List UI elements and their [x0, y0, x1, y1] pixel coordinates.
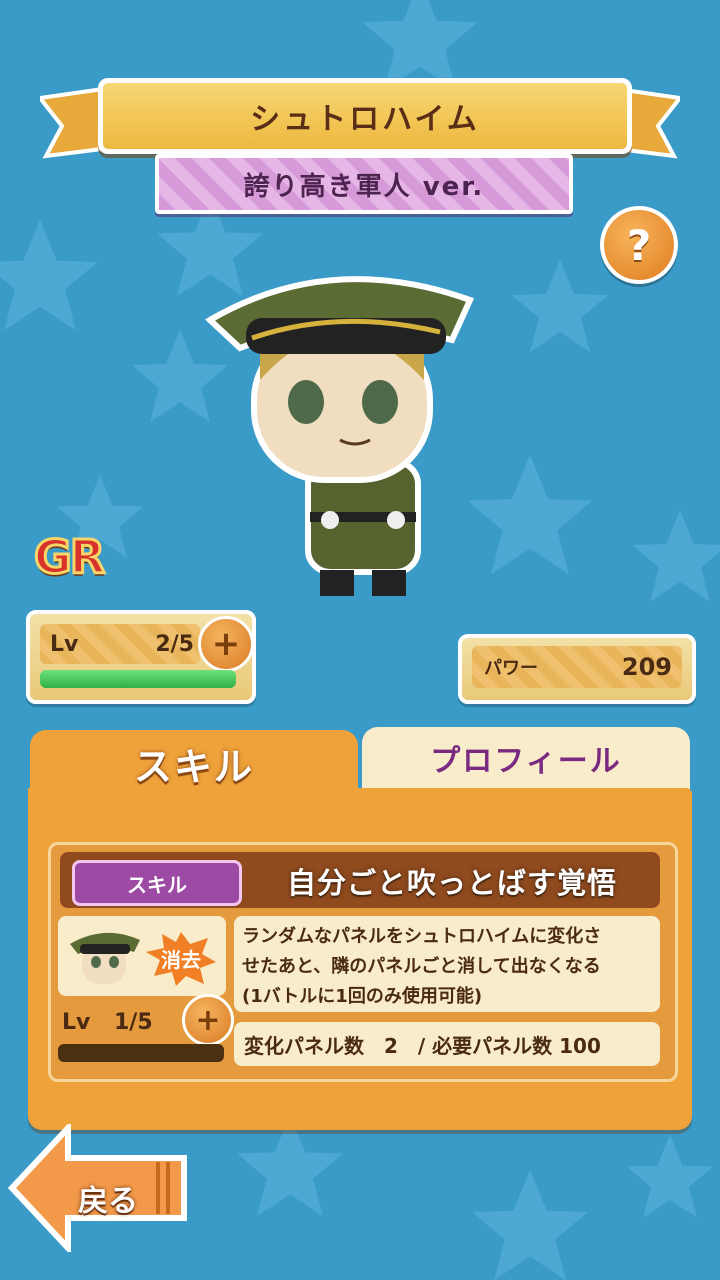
- level-label: Lv: [50, 631, 79, 657]
- level-display: Lv 2/5: [40, 624, 200, 664]
- help-button[interactable]: ?: [600, 206, 678, 284]
- skill-stats: 変化パネル数 2 / 必要パネル数 100: [234, 1022, 660, 1066]
- tab-profile[interactable]: プロフィール: [362, 727, 690, 789]
- character-portrait: [190, 230, 490, 600]
- power-value: 209: [621, 653, 672, 681]
- level-value: 2/5: [155, 631, 194, 657]
- skill-description-line-2: せたあと、隣のパネルごと消して出なくなる: [242, 956, 601, 977]
- back-label: 戻る: [78, 1184, 138, 1219]
- rarity-badge: GR: [32, 529, 106, 586]
- skill-exp-bar: [58, 1044, 224, 1062]
- skill-name: 自分ごと吹っとばす覚悟: [286, 866, 617, 900]
- erase-label: 消去: [161, 947, 201, 972]
- level-exp-fill: [40, 670, 236, 688]
- skill-character-icon: [64, 922, 144, 992]
- back-button[interactable]: 戻る: [8, 1124, 194, 1252]
- skill-tag: スキル: [72, 860, 242, 906]
- erase-badge: 消去: [146, 930, 216, 986]
- power-label: パワー: [484, 658, 538, 679]
- skill-level-label: Lv: [62, 1009, 91, 1035]
- skill-description: ランダムなパネルをシュトロハイムに変化さ せたあと、隣のパネルごと消して出なくな…: [234, 916, 660, 1012]
- skill-description-line-3: (1バトルに1回のみ使用可能): [242, 986, 483, 1007]
- character-name: シュトロハイム: [98, 78, 632, 154]
- power-panel: パワー 209: [458, 634, 696, 704]
- level-up-button[interactable]: +: [198, 616, 254, 672]
- character-version: 誇り高き軍人 ver.: [155, 154, 573, 214]
- skill-level-up-button[interactable]: +: [182, 994, 234, 1046]
- skill-description-line-1: ランダムなパネルをシュトロハイムに変化さ: [242, 926, 602, 947]
- question-icon: ?: [626, 220, 652, 270]
- plus-icon: +: [211, 624, 241, 664]
- level-panel: Lv 2/5 +: [26, 610, 256, 704]
- title-banner: シュトロハイム 誇り高き軍人 ver.: [40, 78, 680, 214]
- level-exp-bar: [40, 670, 236, 688]
- skill-level-value: 1/5: [114, 1009, 153, 1035]
- plus-icon: +: [195, 1002, 221, 1038]
